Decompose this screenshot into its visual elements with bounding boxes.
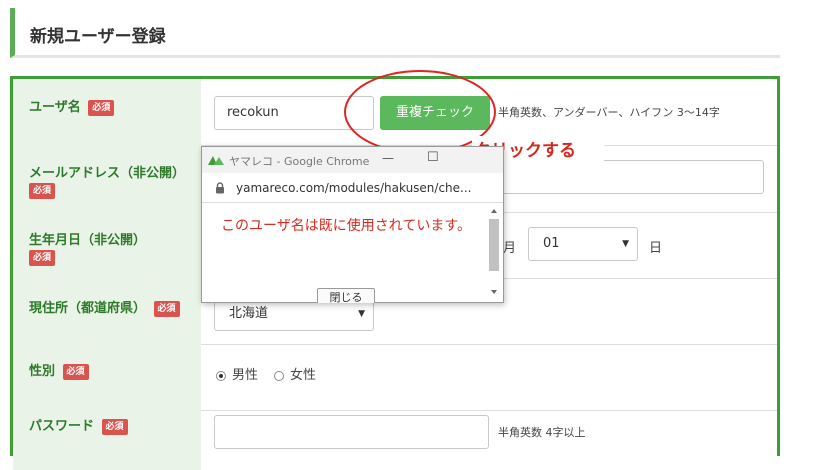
gender-female-label: 女性 — [290, 368, 317, 383]
scroll-thumb — [489, 219, 499, 271]
prefecture-label-text: 現住所（都道府県） — [29, 301, 147, 316]
birthdate-label: 生年月日（非公開） — [29, 233, 147, 248]
day-suffix: 日 — [649, 241, 663, 256]
password-input[interactable] — [214, 415, 489, 449]
email-label: メールアドレス（非公開） — [29, 166, 186, 181]
scroll-down-arrow-icon — [491, 290, 497, 294]
popup-address-bar[interactable]: yamareco.com/modules/hakusen/che... — [202, 173, 503, 203]
chrome-popup-window: ヤマレコ - Google Chrome — ☐ yamareco.com/mo… — [201, 146, 504, 303]
popup-scrollbar[interactable] — [487, 205, 501, 299]
page-title: 新規ユーザー登録 — [30, 27, 166, 47]
popup-window-title: ヤマレコ - Google Chrome — [229, 155, 370, 168]
required-badge: 必須 — [29, 250, 56, 266]
required-badge: 必須 — [153, 300, 180, 317]
password-label-text: パスワード — [29, 419, 95, 434]
duplicate-error-message: このユーザ名は既に使用されています。 — [221, 218, 471, 234]
prefecture-select-value: 北海道 — [229, 306, 269, 321]
gender-label: 性別 必須 — [29, 360, 89, 380]
row-gender: 性別 必須 男性 女性 — [13, 344, 777, 411]
yamareco-logo-icon — [208, 156, 224, 165]
gender-male-option[interactable]: 男性 — [216, 364, 258, 383]
required-badge: 必須 — [29, 183, 56, 199]
scrollbar-track[interactable] — [487, 205, 501, 299]
minimize-icon[interactable]: — — [382, 151, 394, 165]
required-badge: 必須 — [62, 363, 89, 380]
popup-titlebar[interactable]: ヤマレコ - Google Chrome — ☐ — [202, 147, 503, 173]
required-badge: 必須 — [88, 99, 115, 116]
email-input[interactable] — [493, 160, 764, 194]
chevron-down-icon: ▼ — [622, 239, 629, 249]
gender-male-label: 男性 — [232, 368, 259, 383]
month-suffix: 月 — [503, 241, 517, 256]
scroll-up-arrow-icon — [491, 209, 497, 213]
password-label: パスワード 必須 — [29, 415, 128, 435]
label-cell-gender: 性別 必須 — [13, 344, 201, 410]
gender-female-option[interactable]: 女性 — [274, 364, 316, 383]
day-select-value: 01 — [543, 236, 560, 251]
popup-close-button[interactable]: 閉じる — [317, 288, 375, 303]
day-select[interactable]: 01 ▼ — [528, 227, 638, 261]
radio-female[interactable] — [274, 370, 284, 381]
page-title-bar: 新規ユーザー登録 — [10, 8, 780, 58]
username-label: ユーザ名 必須 — [29, 96, 115, 116]
username-hint: 半角英数、アンダーバー、ハイフン 3〜14字 — [498, 106, 720, 119]
label-cell-email: メールアドレス（非公開） 必須 — [13, 145, 201, 212]
required-badge: 必須 — [101, 418, 128, 435]
username-label-text: ユーザ名 — [29, 100, 81, 115]
label-cell-password: パスワード 必須 — [13, 410, 201, 470]
popup-url: yamareco.com/modules/hakusen/che... — [236, 181, 472, 195]
gender-label-text: 性別 — [29, 364, 56, 379]
lock-icon — [216, 182, 224, 194]
maximize-icon[interactable]: ☐ — [427, 150, 439, 165]
prefecture-label: 現住所（都道府県） 必須 — [29, 297, 180, 317]
label-cell-username: ユーザ名 必須 — [13, 79, 201, 145]
label-cell-birthdate: 生年月日（非公開） 必須 — [13, 212, 201, 278]
radio-male[interactable] — [216, 370, 226, 381]
row-password: パスワード 必須 半角英数 4字以上 — [13, 410, 777, 470]
label-cell-prefecture: 現住所（都道府県） 必須 — [13, 278, 201, 344]
